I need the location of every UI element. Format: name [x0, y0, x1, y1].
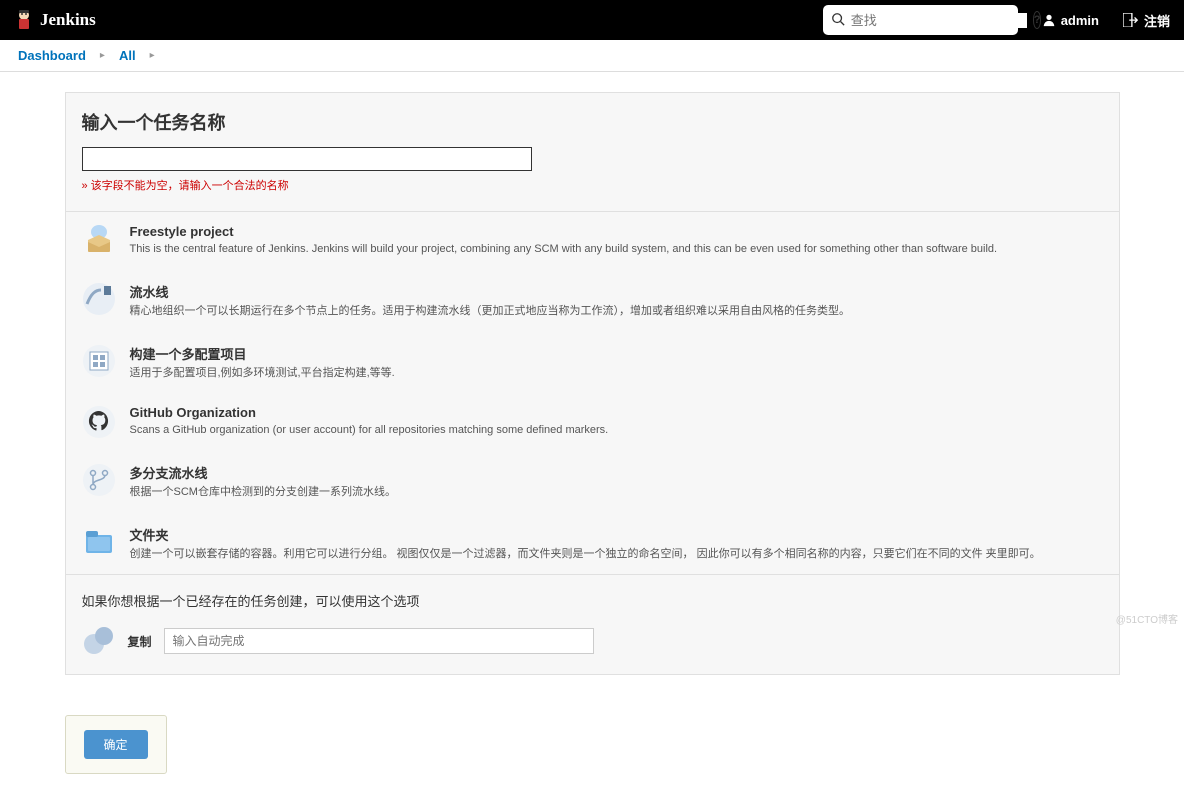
user-icon — [1042, 13, 1056, 27]
item-type-multibranch[interactable]: 多分支流水线 根据一个SCM仓库中检测到的分支创建一系列流水线。 — [66, 451, 1119, 513]
item-type-label: 流水线 — [130, 282, 1103, 301]
item-type-label: 多分支流水线 — [130, 463, 1103, 482]
user-link[interactable]: admin — [1042, 13, 1099, 28]
item-type-label: 构建一个多配置项目 — [130, 344, 1103, 363]
breadcrumb-dashboard[interactable]: Dashboard — [18, 48, 86, 63]
freestyle-icon — [82, 224, 116, 258]
item-type-desc: Scans a GitHub organization (or user acc… — [130, 422, 1103, 439]
footer: 确定 — [65, 715, 1120, 774]
item-type-freestyle[interactable]: Freestyle project This is the central fe… — [66, 212, 1119, 270]
logout-label: 注销 — [1144, 11, 1170, 30]
folder-icon — [82, 525, 116, 559]
help-icon[interactable]: ? — [1033, 11, 1042, 29]
search-box[interactable]: ? — [823, 5, 1018, 35]
github-icon — [82, 405, 116, 439]
search-input[interactable] — [851, 13, 1027, 28]
ok-button[interactable]: 确定 — [84, 730, 148, 759]
breadcrumb: Dashboard ▸ All ▸ — [0, 40, 1184, 72]
item-type-desc: 创建一个可以嵌套存储的容器。利用它可以进行分组。 视图仅仅是一个过滤器，而文件夹… — [130, 546, 1103, 563]
breadcrumb-all[interactable]: All — [119, 48, 136, 63]
name-pane: 输入一个任务名称 » 该字段不能为空，请输入一个合法的名称 — [66, 93, 1119, 211]
ok-wrap: 确定 — [65, 715, 167, 774]
topbar: Jenkins ? admin 注销 — [0, 0, 1184, 40]
item-type-pipeline[interactable]: 流水线 精心地组织一个可以长期运行在多个节点上的任务。适用于构建流水线（更加正式… — [66, 270, 1119, 332]
item-type-desc: 适用于多配置项目,例如多环境测试,平台指定构建,等等. — [130, 365, 1103, 382]
logout-icon — [1123, 13, 1139, 27]
user-name: admin — [1061, 13, 1099, 28]
copy-label: 复制 — [128, 633, 152, 650]
item-type-desc: 精心地组织一个可以长期运行在多个节点上的任务。适用于构建流水线（更加正式地应当称… — [130, 303, 1103, 320]
item-type-label: GitHub Organization — [130, 405, 1103, 420]
pipeline-icon — [82, 282, 116, 316]
jenkins-icon — [14, 8, 34, 32]
item-type-multiconfig[interactable]: 构建一个多配置项目 适用于多配置项目,例如多环境测试,平台指定构建,等等. — [66, 332, 1119, 394]
main-panel: 输入一个任务名称 » 该字段不能为空，请输入一个合法的名称 Freestyle … — [65, 92, 1120, 675]
page-title: 输入一个任务名称 — [82, 109, 1103, 135]
item-type-label: 文件夹 — [130, 525, 1103, 544]
item-type-github-org[interactable]: GitHub Organization Scans a GitHub organ… — [66, 393, 1119, 451]
copy-icon — [82, 624, 116, 658]
item-type-label: Freestyle project — [130, 224, 1103, 239]
copy-hint: 如果你想根据一个已经存在的任务创建，可以使用这个选项 — [82, 591, 1103, 610]
search-icon — [831, 12, 845, 29]
item-type-folder[interactable]: 文件夹 创建一个可以嵌套存储的容器。利用它可以进行分组。 视图仅仅是一个过滤器，… — [66, 513, 1119, 575]
validation-error: » 该字段不能为空，请输入一个合法的名称 — [82, 177, 1103, 193]
chevron-right-icon: ▸ — [100, 50, 105, 61]
logout-link[interactable]: 注销 — [1123, 11, 1170, 30]
multiconfig-icon — [82, 344, 116, 378]
item-name-input[interactable] — [82, 147, 532, 171]
watermark: @51CTO博客 — [1116, 611, 1178, 626]
copy-from-input[interactable] — [164, 628, 594, 654]
item-type-desc: This is the central feature of Jenkins. … — [130, 241, 1103, 258]
jenkins-logo[interactable]: Jenkins — [14, 8, 96, 32]
item-type-desc: 根据一个SCM仓库中检测到的分支创建一系列流水线。 — [130, 484, 1103, 501]
copy-section: 如果你想根据一个已经存在的任务创建，可以使用这个选项 复制 — [66, 575, 1119, 674]
multibranch-icon — [82, 463, 116, 497]
chevron-right-icon: ▸ — [150, 50, 155, 61]
brand-text: Jenkins — [40, 10, 96, 30]
